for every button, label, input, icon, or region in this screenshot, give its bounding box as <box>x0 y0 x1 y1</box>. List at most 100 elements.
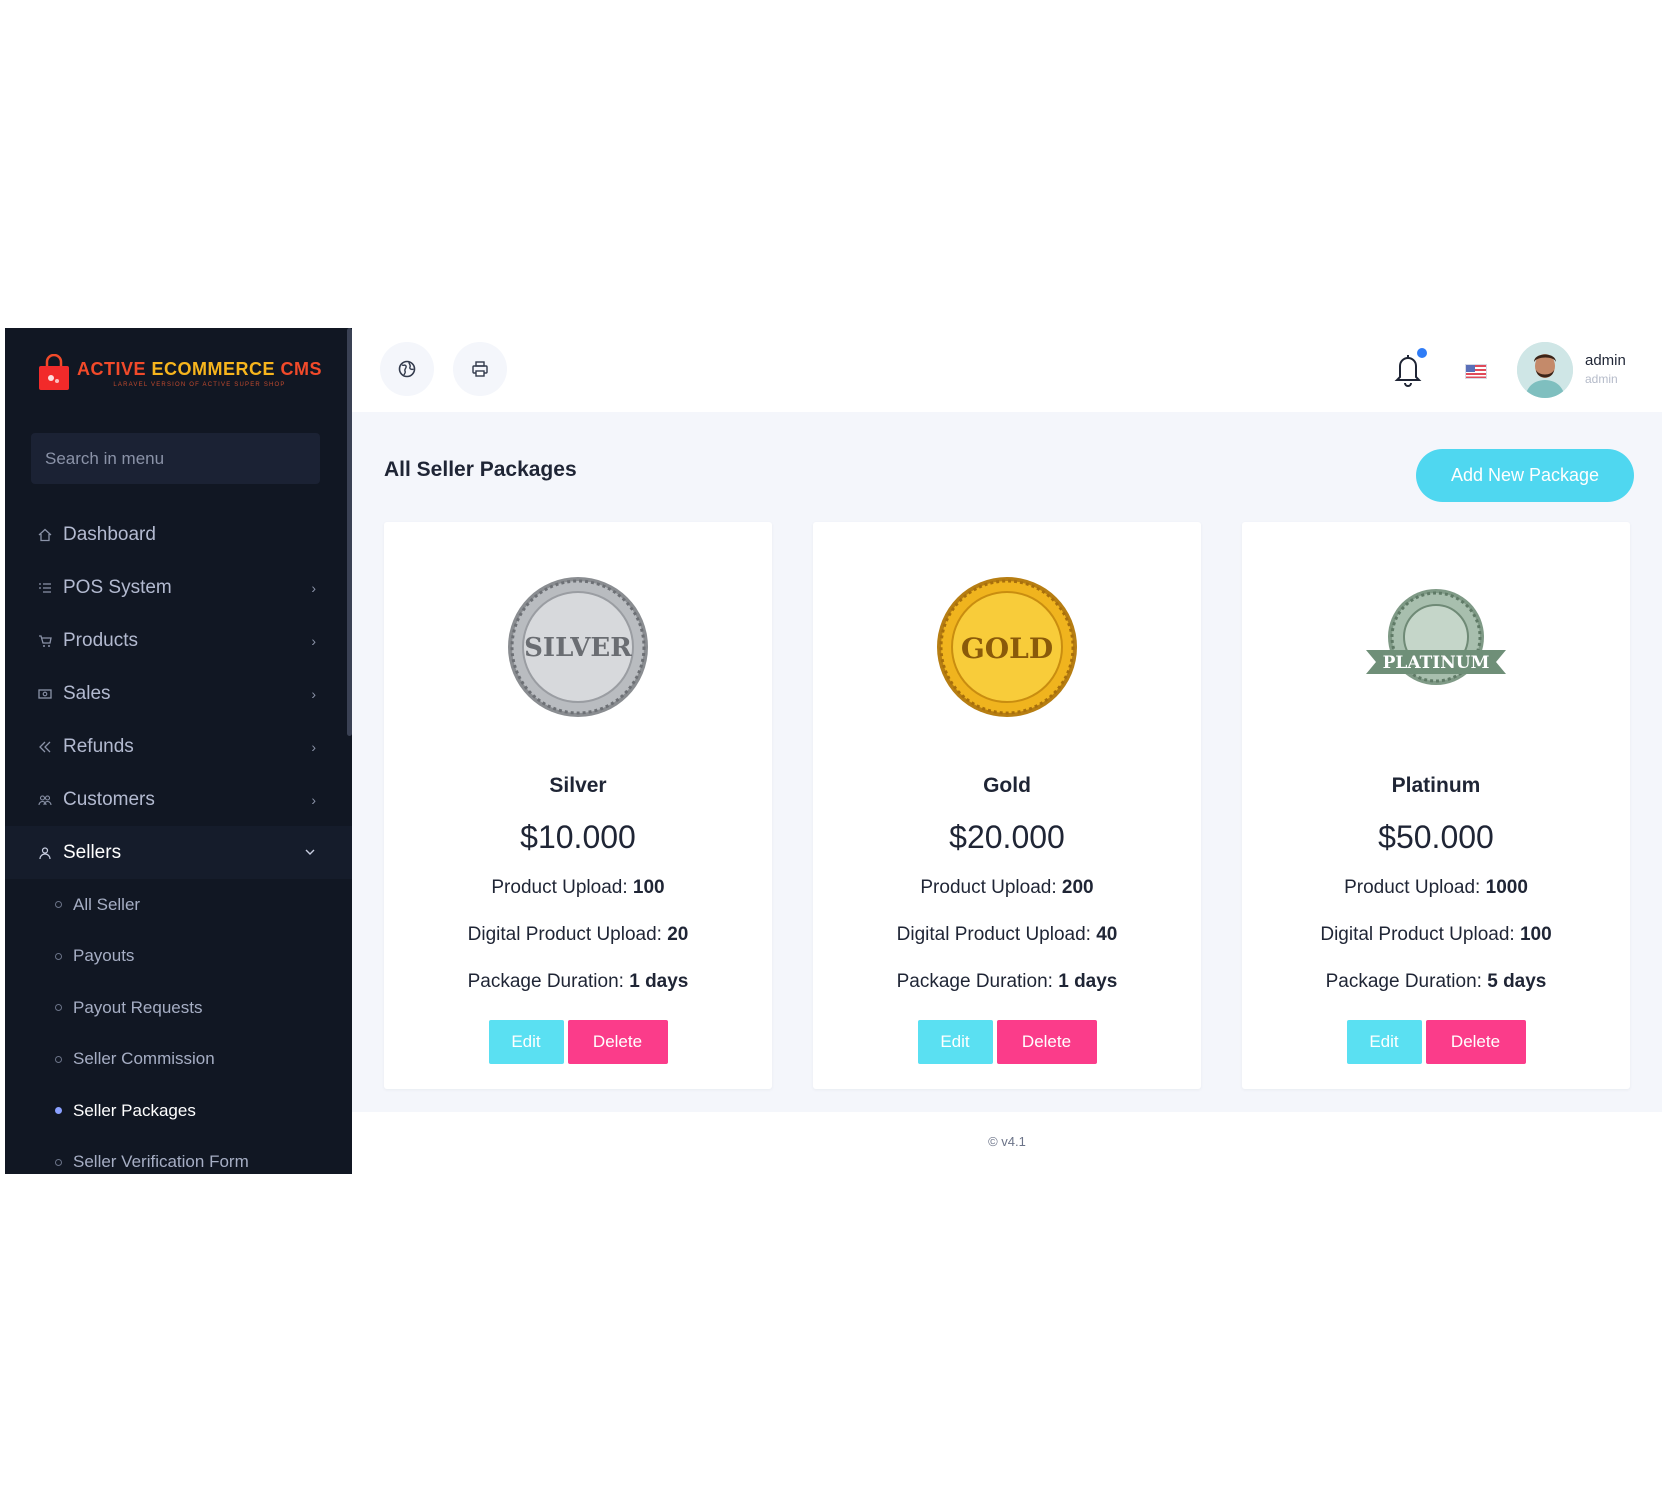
main-content: All Seller Packages Add New Package SILV… <box>352 412 1662 1174</box>
sellers-submenu: All Seller Payouts Payout Requests Selle… <box>5 879 352 1174</box>
users-icon <box>37 792 53 808</box>
submenu-item-seller-packages[interactable]: Seller Packages <box>5 1085 352 1137</box>
package-card-silver: SILVER Silver $10.000 Product Upload: 10… <box>384 522 772 1089</box>
submenu-item-label: Seller Commission <box>73 1049 215 1069</box>
duration-line: Package Duration: 5 days <box>1325 971 1547 992</box>
sidebar-item-label: POS System <box>63 576 172 598</box>
user-icon <box>37 845 53 861</box>
duration-line: Package Duration: 1 days <box>896 971 1118 992</box>
user-avatar-icon <box>1517 342 1573 398</box>
globe-icon <box>398 360 416 378</box>
avatar[interactable] <box>1517 342 1573 398</box>
package-price: $50.000 <box>1378 819 1494 855</box>
home-icon <box>37 527 53 543</box>
brand-subtitle: LARAVEL VERSION OF ACTIVE SUPER SHOP <box>113 381 286 388</box>
sidebar-item-dashboard[interactable]: Dashboard <box>5 508 352 561</box>
shopping-bag-icon <box>39 354 69 390</box>
product-upload-value: 1000 <box>1485 877 1528 898</box>
add-new-package-button[interactable]: Add New Package <box>1416 449 1634 502</box>
submenu-item-label: Seller Verification Form <box>73 1152 249 1172</box>
silver-medal-icon: SILVER <box>508 577 648 717</box>
us-flag-icon <box>1466 365 1486 378</box>
notifications-button[interactable] <box>1392 348 1427 388</box>
edit-button[interactable]: Edit <box>1346 1020 1422 1064</box>
delete-button[interactable]: Delete <box>996 1020 1097 1064</box>
sidebar-item-refunds[interactable]: Refunds › <box>5 720 352 773</box>
submenu-item-label: Payout Requests <box>73 997 203 1017</box>
notification-badge <box>1417 348 1427 358</box>
user-role: admin <box>1585 372 1618 386</box>
digital-upload-value: 40 <box>1096 924 1118 945</box>
sidebar-item-label: Customers <box>63 788 155 810</box>
brand-logo[interactable]: ACTIVE ECOMMERCE CMS LARAVEL VERSION OF … <box>37 350 322 396</box>
submenu-item-seller-verification-form[interactable]: Seller Verification Form <box>5 1137 352 1175</box>
package-card-platinum: PLATINUM Platinum $50.000 Product Upload… <box>1242 522 1630 1089</box>
menu-search <box>31 433 320 484</box>
menu-search-input[interactable] <box>31 433 320 484</box>
svg-text:GOLD: GOLD <box>961 632 1053 665</box>
digital-upload-value: 100 <box>1519 924 1552 945</box>
printer-button[interactable] <box>453 342 507 396</box>
globe-button[interactable] <box>380 342 434 396</box>
delete-button[interactable]: Delete <box>1425 1020 1526 1064</box>
bullet-icon <box>55 1158 62 1166</box>
digital-upload-line: Digital Product Upload: 40 <box>896 924 1118 945</box>
submenu-item-payouts[interactable]: Payouts <box>5 931 352 983</box>
submenu-item-seller-commission[interactable]: Seller Commission <box>5 1034 352 1086</box>
product-upload-line: Product Upload: 100 <box>491 877 665 898</box>
sidebar-item-products[interactable]: Products › <box>5 614 352 667</box>
submenu-item-payout-requests[interactable]: Payout Requests <box>5 982 352 1034</box>
list-icon <box>37 580 53 596</box>
digital-upload-line: Digital Product Upload: 100 <box>1320 924 1552 945</box>
bullet-icon <box>55 1107 62 1115</box>
package-price: $20.000 <box>949 819 1065 855</box>
chevron-right-icon: › <box>311 632 316 649</box>
edit-button[interactable]: Edit <box>488 1020 564 1064</box>
sidebar-item-pos-system[interactable]: POS System › <box>5 561 352 614</box>
chevron-right-icon: › <box>311 791 316 808</box>
sidebar-item-sales[interactable]: Sales › <box>5 667 352 720</box>
package-name: Silver <box>549 774 607 797</box>
user-name[interactable]: admin <box>1585 352 1626 369</box>
edit-button[interactable]: Edit <box>917 1020 993 1064</box>
submenu-item-label: Payouts <box>73 946 135 966</box>
package-card-gold: GOLD Gold $20.000 Product Upload: 200 Di… <box>813 522 1201 1089</box>
digital-upload-value: 20 <box>667 924 689 945</box>
package-name: Platinum <box>1391 774 1481 797</box>
chevron-right-icon: › <box>311 579 316 596</box>
submenu-item-label: All Seller <box>73 894 141 914</box>
backward-icon <box>37 739 53 755</box>
package-price: $10.000 <box>520 819 636 855</box>
gold-medal-icon: GOLD <box>937 577 1077 717</box>
sidebar-item-label: Products <box>63 629 138 651</box>
bullet-icon <box>55 901 62 909</box>
sidebar-item-label: Refunds <box>63 735 134 757</box>
brand-title: ACTIVE ECOMMERCE CMS <box>77 358 323 379</box>
bullet-icon <box>55 1055 62 1063</box>
bullet-icon <box>55 952 62 960</box>
duration-line: Package Duration: 1 days <box>467 971 689 992</box>
sidebar-item-label: Dashboard <box>63 523 156 545</box>
language-switcher[interactable] <box>1465 364 1487 379</box>
cart-icon <box>37 633 53 649</box>
sidebar-item-sellers[interactable]: Sellers <box>5 826 352 879</box>
product-upload-line: Product Upload: 1000 <box>1344 877 1528 898</box>
sidebar: ACTIVE ECOMMERCE CMS LARAVEL VERSION OF … <box>5 328 352 1174</box>
footer: © v4.1 <box>352 1112 1662 1174</box>
svg-text:SILVER: SILVER <box>524 633 632 663</box>
duration-value: 5 days <box>1487 971 1547 992</box>
bullet-icon <box>55 1004 62 1012</box>
sidebar-item-customers[interactable]: Customers › <box>5 773 352 826</box>
page-title: All Seller Packages <box>384 458 577 481</box>
version-text: © v4.1 <box>988 1134 1026 1149</box>
chevron-right-icon: › <box>311 685 316 702</box>
submenu-item-all-seller[interactable]: All Seller <box>5 879 352 931</box>
duration-value: 1 days <box>1058 971 1118 992</box>
package-name: Gold <box>983 774 1031 797</box>
printer-icon <box>472 361 488 377</box>
delete-button[interactable]: Delete <box>567 1020 668 1064</box>
product-upload-line: Product Upload: 200 <box>920 877 1094 898</box>
submenu-item-label: Seller Packages <box>73 1100 196 1120</box>
sidebar-item-label: Sales <box>63 682 111 704</box>
product-upload-value: 200 <box>1061 877 1094 898</box>
